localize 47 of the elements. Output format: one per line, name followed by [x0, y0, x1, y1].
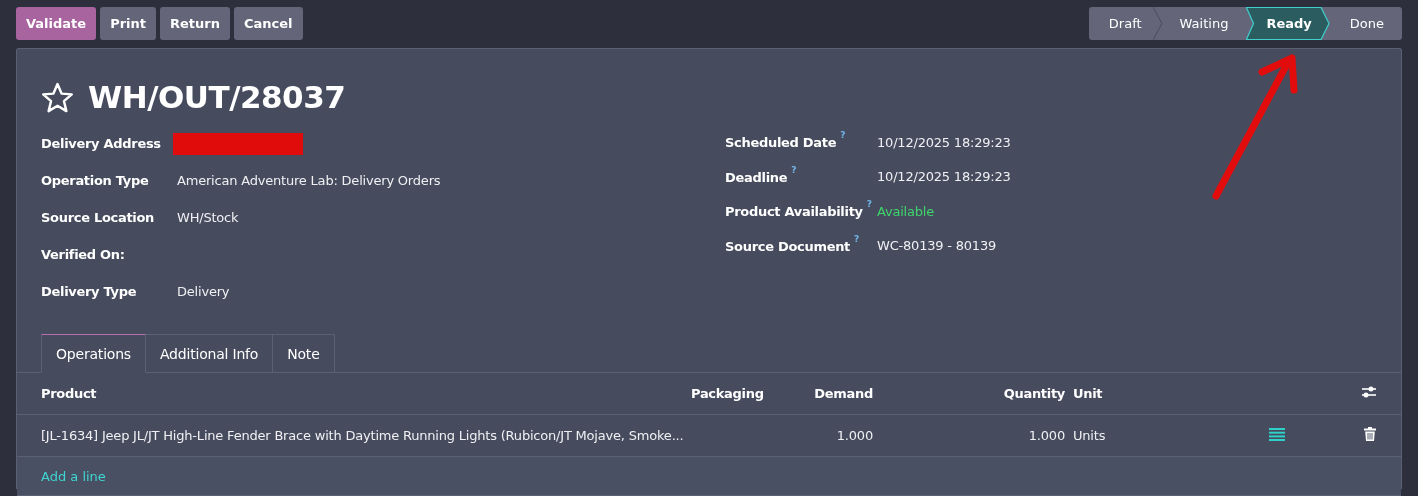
help-tooltip[interactable]: ? — [866, 199, 872, 210]
status-stage[interactable]: Ready — [1246, 7, 1330, 40]
product-cell: [JL-1634] Jeep JL/JT High-Line Fender Brace with Daytime Running Lights (Rubicon/JT Mojave, Smoke... — [41, 428, 684, 443]
status-stage[interactable]: Done — [1329, 7, 1402, 40]
field-value: Delivery — [177, 284, 230, 299]
column-header: Quantity — [1003, 386, 1065, 401]
quantity-cell: 1.000 — [1028, 428, 1065, 443]
field-label: Delivery Type — [41, 284, 138, 299]
action-button[interactable]: Print — [100, 7, 157, 40]
field-value: American Adventure Lab: Delivery Orders — [177, 173, 441, 188]
field-value: WC-80139 - 80139 — [877, 238, 997, 254]
field-label: Scheduled Date — [725, 135, 837, 151]
field-label: Source Document — [725, 238, 851, 254]
unit-cell: Units — [1073, 428, 1106, 443]
field-label: Deadline — [725, 169, 788, 185]
field-value: WH/Stock — [177, 210, 239, 225]
add-line-link[interactable]: Add a line — [41, 468, 106, 484]
column-header: Packaging — [691, 386, 764, 401]
detailed-operations-icon[interactable] — [1269, 427, 1285, 441]
demand-cell: 1.000 — [836, 428, 873, 443]
action-button[interactable]: Cancel — [234, 7, 303, 40]
column-header: Demand — [814, 386, 873, 401]
help-tooltip[interactable]: ? — [854, 233, 859, 244]
field-label: Operation Type — [41, 173, 150, 188]
field-value: 10/12/2025 18:29:23 — [877, 134, 1011, 150]
status-stage[interactable]: Waiting — [1159, 7, 1247, 40]
stage-divider — [1152, 7, 1163, 40]
record-title: WH/OUT/28037 — [88, 79, 346, 115]
status-stage[interactable]: Draft — [1088, 7, 1160, 40]
delete-icon[interactable] — [1364, 427, 1376, 441]
field-value: 10/12/2025 18:29:23 — [877, 169, 1011, 185]
form-tab[interactable]: Operations — [41, 334, 146, 373]
availability-status: Available — [877, 203, 935, 219]
column-header: Unit — [1073, 386, 1103, 401]
field-label: Source Location — [41, 210, 156, 225]
field-label: Delivery Address — [41, 136, 162, 151]
column-header: Product — [41, 386, 97, 401]
help-tooltip[interactable]: ? — [840, 130, 846, 141]
star-outline-icon[interactable] — [41, 81, 74, 113]
form-tab[interactable]: Additional Info — [145, 334, 274, 372]
column-settings-icon[interactable] — [1361, 385, 1377, 399]
help-tooltip[interactable]: ? — [791, 164, 797, 175]
field-label: Product Availability — [725, 204, 863, 220]
field-label: Verified On: — [41, 247, 126, 262]
action-button[interactable]: Return — [160, 7, 230, 40]
validate-button[interactable]: Validate — [16, 7, 97, 40]
form-tab[interactable]: Note — [273, 334, 335, 372]
